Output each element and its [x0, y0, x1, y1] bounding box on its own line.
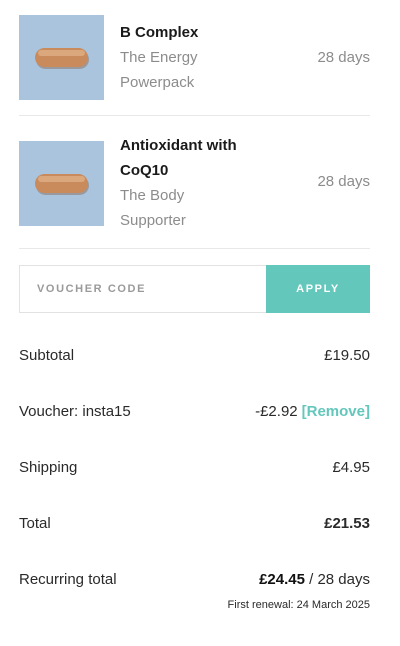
product-name-line-2: CoQ10 [120, 162, 169, 179]
total-value: £21.53 [324, 515, 370, 532]
product-name: B Complex [120, 24, 199, 41]
product-image-antioxidant-coq10 [19, 141, 104, 226]
product-subtitle-line-1: The Body [120, 187, 185, 204]
product-name-line-1: Antioxidant with [120, 137, 237, 154]
shipping-label: Shipping [19, 459, 78, 476]
remove-voucher-link[interactable]: [Remove] [302, 403, 370, 420]
shipping-row: Shipping £4.95 [19, 459, 370, 476]
voucher-row: Voucher: insta15 -£2.92 [Remove] [19, 403, 370, 420]
product-subtitle-line-2: Supporter [120, 212, 186, 229]
product-info: Antioxidant with CoQ10 The Body Supporte… [120, 133, 290, 233]
capsule-icon [35, 48, 89, 69]
recurring-total-value: £24.45 [259, 571, 305, 588]
voucher-discount-value: -£2.92 [255, 403, 298, 420]
product-image-b-complex [19, 15, 104, 100]
subtotal-value: £19.50 [324, 347, 370, 364]
product-info: B Complex The Energy Powerpack [120, 15, 290, 95]
voucher-code-input[interactable] [19, 265, 266, 313]
recurring-total-label: Recurring total [19, 571, 117, 588]
apply-voucher-button[interactable]: APPLY [266, 265, 370, 313]
voucher-label: Voucher: insta15 [19, 403, 131, 420]
subtotal-label: Subtotal [19, 347, 75, 364]
divider [19, 115, 370, 116]
total-row: Total £21.53 [19, 515, 370, 532]
first-renewal-note: First renewal: 24 March 2025 [227, 599, 370, 611]
voucher-discount: -£2.92 [Remove] [255, 403, 370, 420]
recurring-period: / 28 days [309, 571, 370, 588]
recurring-total-row: Recurring total £24.45 / 28 days [19, 571, 370, 588]
product-duration: 28 days [317, 173, 370, 190]
product-subtitle-line-2: Powerpack [120, 74, 195, 91]
product-duration: 28 days [317, 49, 370, 66]
capsule-icon [35, 174, 89, 195]
recurring-total: £24.45 / 28 days [259, 571, 370, 588]
subtotal-row: Subtotal £19.50 [19, 347, 370, 364]
total-label: Total [19, 515, 51, 532]
cart-item-antioxidant-coq10: Antioxidant with CoQ10 The Body Supporte… [19, 133, 370, 243]
shipping-value: £4.95 [332, 459, 370, 476]
divider [19, 248, 370, 249]
voucher-form: APPLY [19, 265, 370, 313]
cart-item-b-complex: B Complex The Energy Powerpack 28 days [19, 15, 370, 100]
product-subtitle-line-1: The Energy [120, 49, 198, 66]
